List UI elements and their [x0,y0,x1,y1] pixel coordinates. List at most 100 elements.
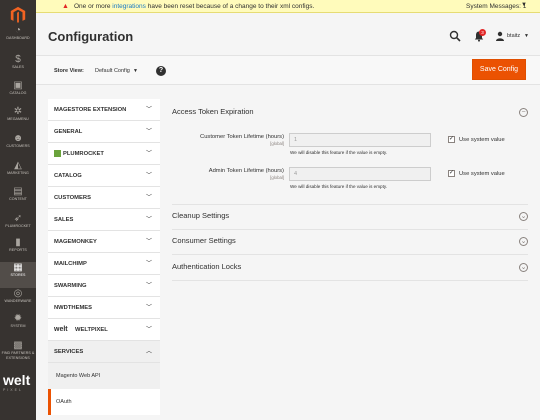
tab-label: MAILCHIMP [54,261,87,267]
admin-nav-label: Content [9,197,27,201]
bar-chart-icon: ▮ [15,237,21,248]
tab-item-magento-web-api[interactable]: Magento Web API [48,363,160,389]
integrations-link[interactable]: integrations [112,3,146,10]
store-view-switcher[interactable]: Default Config [95,68,130,74]
admin-token-lifetime-input[interactable]: 4 [289,167,431,181]
magento-logo-icon[interactable] [9,6,27,24]
weltpixel-logo-sub: PIXEL [3,388,23,392]
store-view-label: Store View: [54,68,84,74]
admin-nav-item-catalog[interactable]: ▣ Catalog [0,80,36,106]
expand-icon[interactable]: ⌄ [519,263,528,272]
user-icon[interactable] [495,31,505,41]
admin-nav-item-content[interactable]: ▤ Content [0,186,36,212]
chevron-down-icon[interactable]: ▼ [524,31,529,41]
checkbox-checked-icon[interactable]: ✓ [448,170,455,177]
admin-nav-label: Marketing [7,171,29,175]
expand-icon[interactable]: ⌄ [519,212,528,221]
tab-label: MAGEMONKEY [54,239,97,245]
chevron-down-icon[interactable]: ▼ [133,68,138,74]
chevron-down-icon: ﹀ [145,217,152,223]
tab-swarming[interactable]: SWARMING ﹀ [48,275,160,297]
admin-nav-label: System [10,324,26,328]
tab-catalog[interactable]: CATALOG ﹀ [48,165,160,187]
section-title[interactable]: Authentication Locks [172,262,241,272]
admin-nav-item-reports[interactable]: ▮ Reports [0,237,36,263]
section-title[interactable]: Access Token Expiration [172,107,254,117]
chevron-down-icon[interactable]: ▼ [521,1,527,10]
admin-nav-item-marketing[interactable]: ◭ Marketing [0,160,36,186]
content-icon: ▤ [13,186,23,197]
tab-magestore-extension[interactable]: MAGESTORE EXTENSION ﹀ [48,99,160,121]
chevron-up-icon: ︿ [145,349,152,355]
tab-services[interactable]: SERVICES ︿ [48,341,160,363]
tab-mailchimp[interactable]: MAILCHIMP ﹀ [48,253,160,275]
admin-token-use-system-value[interactable]: ✓ Use system value [448,170,505,178]
help-icon[interactable]: ? [156,66,166,76]
checkbox-checked-icon[interactable]: ✓ [448,136,455,143]
admin-token-scope: [global] [270,175,284,180]
tab-label: SALES [54,217,74,223]
tab-nwdthemes[interactable]: NWDTHEMES ﹀ [48,297,160,319]
tab-plumrocket[interactable]: PLUMROCKET ﹀ [48,143,160,165]
chevron-down-icon: ﹀ [145,261,152,267]
tab-item-label: Magento Web API [56,373,101,379]
admin-nav-item-plumrocket[interactable]: ➶ Plumrocket [0,213,36,239]
admin-token-note: We will disable this feature if the valu… [290,184,388,189]
admin-nav-item-stores[interactable]: ▦ Stores [0,262,36,288]
chevron-down-icon: ﹀ [145,327,152,333]
admin-nav-item-system[interactable]: ✹ System [0,313,36,339]
store-icon: ▦ [13,262,23,273]
user-name[interactable]: btaitz [507,31,520,41]
tab-label: PLUMROCKET [63,151,104,157]
save-config-button[interactable]: Save Config [472,59,526,80]
chevron-down-icon: ﹀ [145,107,152,113]
customer-token-lifetime-input[interactable]: 1 [289,133,431,147]
chevron-down-icon: ﹀ [145,129,152,135]
person-icon: ☻ [12,133,24,144]
tab-label: NWDTHEMES [54,305,92,311]
section-authentication-locks[interactable]: Authentication Locks ⌄ [172,255,528,281]
rocket-icon: ➶ [13,213,23,224]
collapse-icon[interactable]: − [519,108,528,117]
search-icon[interactable] [449,30,461,42]
config-tabs: MAGESTORE EXTENSION ﹀ GENERAL ﹀ PLUMROCKET ﹀ C… [48,99,160,415]
chevron-down-icon: ﹀ [145,195,152,201]
customer-token-lifetime-label: Customer Token Lifetime (hours) [200,134,284,140]
tab-item-label: OAuth [56,399,72,405]
chevron-down-icon: ﹀ [145,173,152,179]
admin-nav-item-megamenu[interactable]: ✲ Megamenu [0,106,36,132]
tab-weltpixel[interactable]: welt WELTPIXEL ﹀ [48,319,160,341]
admin-nav-item-dashboard[interactable]: ◔ Dashboard [0,25,36,51]
section-consumer-settings[interactable]: Consumer Settings ⌄ [172,230,528,255]
tab-label: CATALOG [54,173,82,179]
admin-nav-label: Stores [10,273,26,277]
system-message: One or more integrations have been reset… [74,3,315,10]
admin-nav-label: Wanderware [4,299,32,303]
admin-nav-item-find-partners-extensions[interactable]: ▩ Find Partners & Extensions [0,340,36,370]
admin-nav-label: Find Partners & Extensions [1,351,35,360]
tab-item-oauth[interactable]: OAuth [48,389,160,415]
customer-token-use-system-value[interactable]: ✓ Use system value [448,136,505,144]
tab-label: WELTPIXEL [75,327,108,333]
plumrocket-logo-icon [54,150,61,157]
chevron-down-icon: ﹀ [145,283,152,289]
section-title[interactable]: Consumer Settings [172,236,236,246]
gear-icon: ✲ [13,106,23,117]
tab-general[interactable]: GENERAL ﹀ [48,121,160,143]
system-messages-counter[interactable]: System Messages: 1 [466,2,526,11]
section-title[interactable]: Cleanup Settings [172,211,229,221]
customer-token-note: We will disable this feature if the valu… [290,150,388,155]
admin-nav-label: Dashboard [6,36,30,40]
expand-icon[interactable]: ⌄ [519,237,528,246]
tab-sales[interactable]: SALES ﹀ [48,209,160,231]
section-cleanup-settings[interactable]: Cleanup Settings ⌄ [172,205,528,230]
tab-customers[interactable]: CUSTOMERS ﹀ [48,187,160,209]
admin-nav-item-sales[interactable]: $ Sales [0,54,36,80]
chevron-down-icon: ﹀ [145,305,152,311]
tab-magemonkey[interactable]: MAGEMONKEY ﹀ [48,231,160,253]
tab-label: SWARMING [54,283,87,289]
admin-nav-label: Sales [12,65,24,69]
weltpixel-logo: welt [3,372,31,388]
admin-nav-item-wanderware[interactable]: ◎ Wanderware [0,288,36,314]
admin-nav-item-customers[interactable]: ☻ Customers [0,133,36,159]
